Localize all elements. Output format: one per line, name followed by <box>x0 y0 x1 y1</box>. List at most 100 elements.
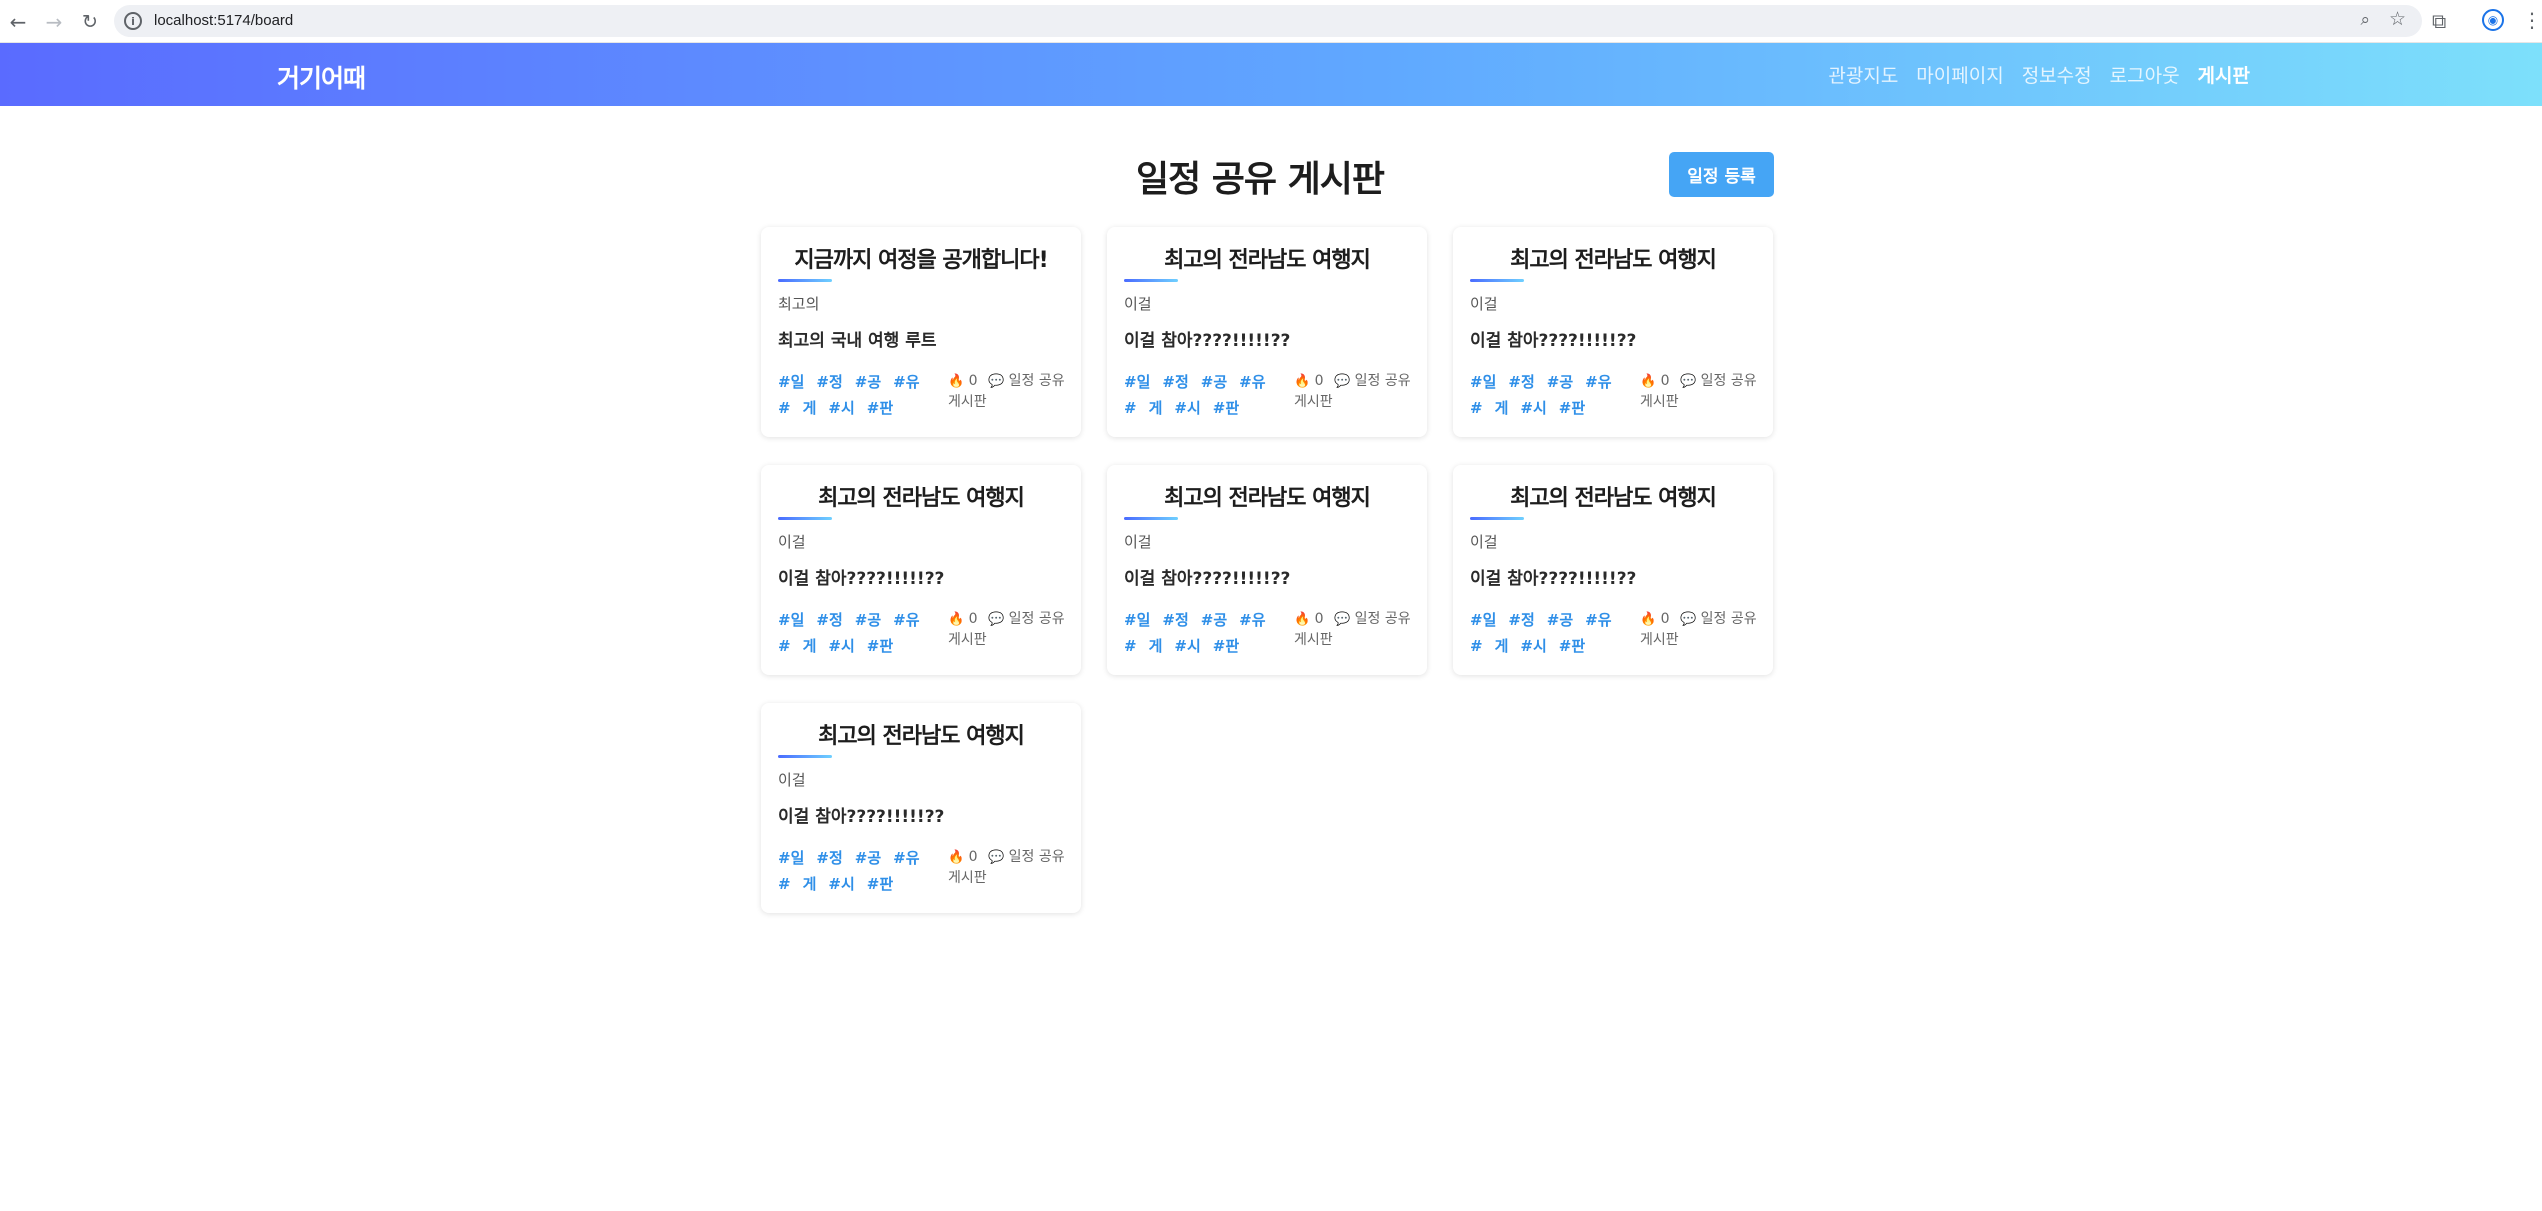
post-card-subtitle: 이걸 <box>1470 295 1498 313</box>
hashtag[interactable]: 게 <box>1495 633 1509 659</box>
hashtag[interactable]: # <box>1470 395 1483 421</box>
hashtag[interactable]: # <box>1470 633 1483 659</box>
hashtag[interactable]: #공 <box>855 369 881 395</box>
post-card[interactable]: 지금까지 여정을 공개합니다! 최고의 최고의 국내 여행 루트 #일 #정 #공 #… <box>761 227 1081 437</box>
address-bar-url[interactable]: localhost:5174/board <box>154 12 293 29</box>
post-card-meta: 🔥 0 💬 일정 공유게시판 <box>1640 609 1760 651</box>
hashtag[interactable]: #판 <box>1213 633 1239 659</box>
hashtag[interactable]: #공 <box>1201 607 1227 633</box>
hashtag[interactable]: #공 <box>855 607 881 633</box>
hashtag[interactable]: # <box>778 395 791 421</box>
hashtag[interactable]: #정 <box>816 607 842 633</box>
hashtag[interactable]: #일 <box>778 845 804 871</box>
hashtag[interactable]: #정 <box>1508 607 1534 633</box>
back-arrow-icon[interactable]: ← <box>4 8 32 36</box>
post-card-title[interactable]: 최고의 전라남도 여행지 <box>1453 480 1773 512</box>
like-count: 0 <box>1314 373 1324 389</box>
hashtag[interactable]: #일 <box>1124 369 1150 395</box>
forward-arrow-icon[interactable]: → <box>40 8 68 36</box>
hashtag[interactable]: # <box>1124 633 1137 659</box>
hashtag[interactable]: 게 <box>1149 395 1163 421</box>
extensions-icon[interactable]: ⧉ <box>2432 9 2446 33</box>
site-logo[interactable]: 거기어때 <box>277 59 366 95</box>
hashtag[interactable]: 게 <box>803 871 817 897</box>
hashtag[interactable]: 게 <box>803 395 817 421</box>
nav-logout[interactable]: 로그아웃 <box>2110 61 2180 88</box>
zoom-icon[interactable]: ⌕ <box>2360 10 2370 30</box>
post-card-title[interactable]: 최고의 전라남도 여행지 <box>1107 480 1427 512</box>
post-card[interactable]: 최고의 전라남도 여행지 이걸 이걸 참아????!!!!!?? #일 #정 #공 #… <box>1107 465 1427 675</box>
post-card-title[interactable]: 지금까지 여정을 공개합니다! <box>761 242 1081 274</box>
comment-icon: 💬 <box>988 374 1005 389</box>
post-card-title[interactable]: 최고의 전라남도 여행지 <box>761 718 1081 750</box>
hashtag[interactable]: #일 <box>1470 607 1496 633</box>
hashtag[interactable]: #판 <box>867 633 893 659</box>
hashtag[interactable]: #일 <box>1470 369 1496 395</box>
hashtag[interactable]: #시 <box>1174 633 1200 659</box>
hashtag[interactable]: #판 <box>1559 395 1585 421</box>
hashtag[interactable]: #유 <box>1239 607 1265 633</box>
post-card[interactable]: 최고의 전라남도 여행지 이걸 이걸 참아????!!!!!?? #일 #정 #공 #… <box>1107 227 1427 437</box>
reload-icon[interactable]: ↻ <box>76 8 104 36</box>
hashtag[interactable]: #유 <box>893 845 919 871</box>
hashtag[interactable]: #정 <box>1508 369 1534 395</box>
hashtag[interactable]: #정 <box>816 369 842 395</box>
hashtag[interactable]: #일 <box>778 607 804 633</box>
hashtag[interactable]: #일 <box>778 369 804 395</box>
like-count: 0 <box>1660 611 1670 627</box>
post-card[interactable]: 최고의 전라남도 여행지 이걸 이걸 참아????!!!!!?? #일 #정 #공 #… <box>1453 227 1773 437</box>
hashtag[interactable]: #공 <box>1547 369 1573 395</box>
hashtag[interactable]: #유 <box>1239 369 1265 395</box>
bookmark-star-icon[interactable]: ☆ <box>2389 8 2406 30</box>
post-card-title[interactable]: 최고의 전라남도 여행지 <box>1107 242 1427 274</box>
post-card-title[interactable]: 최고의 전라남도 여행지 <box>1453 242 1773 274</box>
hashtag[interactable]: #공 <box>855 845 881 871</box>
comment-icon: 💬 <box>1334 374 1351 389</box>
hashtag[interactable]: #정 <box>1162 607 1188 633</box>
register-schedule-button[interactable]: 일정 등록 <box>1669 152 1774 197</box>
hashtag[interactable]: #정 <box>1162 369 1188 395</box>
post-category: 일정 공유게시판 <box>948 849 1065 886</box>
hashtag[interactable]: #시 <box>1520 633 1546 659</box>
post-card[interactable]: 최고의 전라남도 여행지 이걸 이걸 참아????!!!!!?? #일 #정 #공 #… <box>1453 465 1773 675</box>
hashtag[interactable]: #유 <box>1585 607 1611 633</box>
hashtag[interactable]: #시 <box>1174 395 1200 421</box>
hashtag[interactable]: #공 <box>1201 369 1227 395</box>
hashtag[interactable]: #시 <box>1520 395 1546 421</box>
nav-tour-map[interactable]: 관광지도 <box>1828 61 1898 88</box>
nav-edit-info[interactable]: 정보수정 <box>2022 61 2092 88</box>
hashtag[interactable]: #유 <box>1585 369 1611 395</box>
browser-menu-icon[interactable]: ⋮ <box>2522 8 2542 32</box>
hashtag[interactable]: #시 <box>828 871 854 897</box>
hashtag[interactable]: # <box>778 633 791 659</box>
hashtag[interactable]: 게 <box>1149 633 1163 659</box>
hashtag[interactable]: 게 <box>803 633 817 659</box>
hashtag[interactable]: #판 <box>867 395 893 421</box>
hashtag[interactable]: #유 <box>893 369 919 395</box>
hashtag[interactable]: #유 <box>893 607 919 633</box>
nav-my-page[interactable]: 마이페이지 <box>1916 61 2003 88</box>
title-underline <box>1470 279 1524 282</box>
address-bar[interactable]: i localhost:5174/board ⌕ ☆ <box>114 5 2422 37</box>
profile-icon[interactable]: ◉ <box>2482 9 2504 31</box>
hashtag[interactable]: #시 <box>828 395 854 421</box>
fire-icon: 🔥 <box>1294 374 1311 389</box>
post-card-title[interactable]: 최고의 전라남도 여행지 <box>761 480 1081 512</box>
nav-board[interactable]: 게시판 <box>2198 61 2250 88</box>
hashtag[interactable]: #정 <box>816 845 842 871</box>
hashtag[interactable]: # <box>1124 395 1137 421</box>
hashtag[interactable]: #판 <box>1559 633 1585 659</box>
comment-icon: 💬 <box>1334 612 1351 627</box>
hashtag[interactable]: 게 <box>1495 395 1509 421</box>
hashtag[interactable]: #판 <box>867 871 893 897</box>
hashtag[interactable]: #공 <box>1547 607 1573 633</box>
hashtag[interactable]: #일 <box>1124 607 1150 633</box>
post-card-meta: 🔥 0 💬 일정 공유게시판 <box>948 609 1068 651</box>
fire-icon: 🔥 <box>1640 374 1657 389</box>
site-info-icon[interactable]: i <box>124 12 142 30</box>
post-card[interactable]: 최고의 전라남도 여행지 이걸 이걸 참아????!!!!!?? #일 #정 #공 #… <box>761 703 1081 913</box>
hashtag[interactable]: #시 <box>828 633 854 659</box>
hashtag[interactable]: # <box>778 871 791 897</box>
hashtag[interactable]: #판 <box>1213 395 1239 421</box>
post-card[interactable]: 최고의 전라남도 여행지 이걸 이걸 참아????!!!!!?? #일 #정 #공 #… <box>761 465 1081 675</box>
